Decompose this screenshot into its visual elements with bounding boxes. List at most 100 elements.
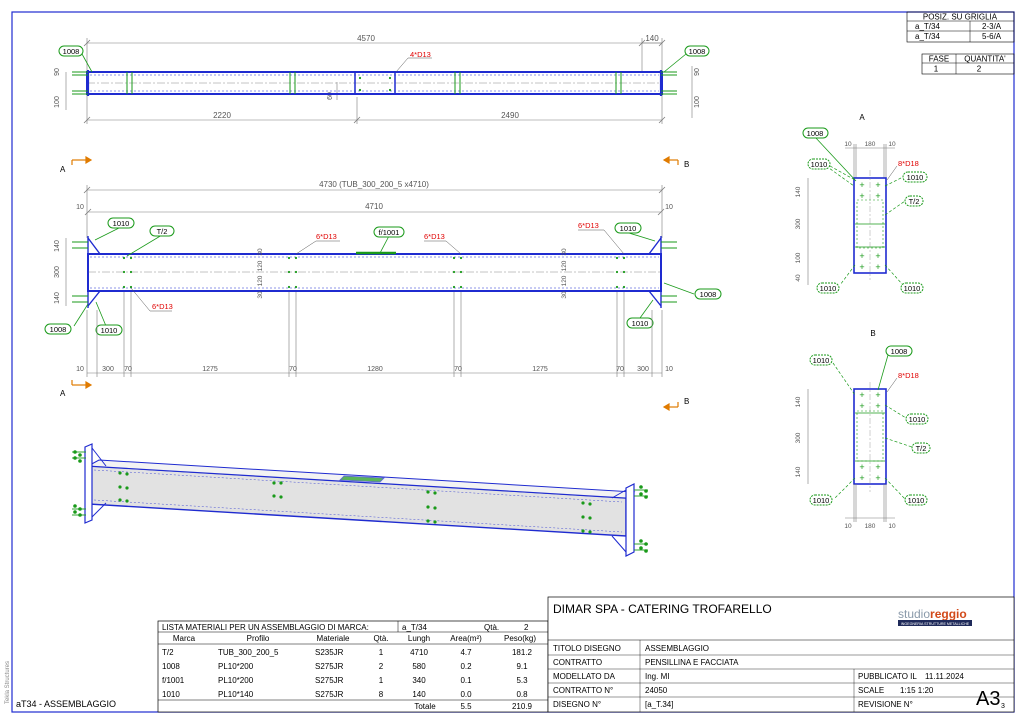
side-bot-dim-1: 300 bbox=[102, 366, 114, 373]
project-title: DIMAR SPA - CATERING TROFARELLO bbox=[553, 602, 772, 616]
table-cell: 8 bbox=[379, 690, 384, 699]
side-edge-right: 10 bbox=[665, 204, 673, 211]
grid-row-1-pos: 2-3/A bbox=[982, 22, 1002, 31]
table-cell: PL10*140 bbox=[218, 690, 254, 699]
table-cell: S275JR bbox=[315, 676, 344, 685]
top-hole-label: 4*D13 bbox=[410, 50, 431, 59]
phase-table: FASE QUANTITA' 1 2 bbox=[921, 53, 1015, 75]
materials-qty: 2 bbox=[524, 623, 529, 632]
table-cell: PL10*200 bbox=[218, 676, 254, 685]
published-label: PUBBLICATO IL bbox=[858, 672, 917, 681]
svg-text:+: + bbox=[859, 191, 864, 201]
section-b-ref-1010-2: 1010 bbox=[909, 415, 926, 424]
section-a-top-dim-0: 10 bbox=[844, 141, 852, 148]
phase-value: 1 bbox=[934, 65, 939, 74]
section-b-bottom: B bbox=[684, 397, 689, 406]
table-cell: 0.2 bbox=[460, 662, 472, 671]
svg-text:+: + bbox=[875, 390, 880, 400]
side-hole-label-2: 6*D13 bbox=[424, 232, 445, 241]
side-ref-f1001: f/1001 bbox=[379, 228, 400, 237]
svg-text:+: + bbox=[875, 191, 880, 201]
svg-text:+: + bbox=[875, 262, 880, 272]
section-a-ref-t2: T/2 bbox=[909, 197, 920, 206]
svg-text:+: + bbox=[859, 401, 864, 411]
section-a-ref-1010-4: 1010 bbox=[904, 284, 921, 293]
section-b-v-dim-0: 140 bbox=[795, 396, 802, 407]
svg-text:+: + bbox=[859, 390, 864, 400]
side-edge-left: 10 bbox=[76, 204, 84, 211]
side-v120-b: 120 bbox=[257, 275, 264, 286]
table-cell: 0.8 bbox=[516, 690, 528, 699]
section-b-bot-dim-0: 10 bbox=[844, 523, 852, 530]
side-h140-bot: 140 bbox=[54, 292, 61, 304]
top-right-h-top: 90 bbox=[694, 68, 701, 76]
col-area: Area(m²) bbox=[450, 634, 482, 643]
side-ref-1008-br: 1008 bbox=[700, 290, 717, 299]
side-h140-top: 140 bbox=[54, 240, 61, 252]
top-overall-dim: 4570 bbox=[357, 34, 375, 43]
section-a-ref-1010-2: 1010 bbox=[907, 173, 924, 182]
section-a-view: A 10 180 10 140 300 100 40 + + + + + + + + bbox=[795, 113, 928, 294]
table-cell: 4710 bbox=[410, 648, 428, 657]
label-disegno-n: DISEGNO N° bbox=[553, 700, 601, 709]
side-hole-label-3: 6*D13 bbox=[578, 221, 599, 230]
table-cell: 1010 bbox=[162, 690, 180, 699]
scale-value: 1:15 1:20 bbox=[900, 686, 934, 695]
side-hole-label-1: 6*D13 bbox=[316, 232, 337, 241]
side-v120-a: 120 bbox=[257, 260, 264, 271]
materials-table: LISTA MATERIALI PER UN ASSEMBLAGGIO DI M… bbox=[157, 620, 549, 713]
label-modellato: MODELLATO DA bbox=[553, 672, 616, 681]
grid-row-1-mark: a_T/34 bbox=[915, 22, 940, 31]
side-profile-dim: 4730 (TUB_300_200_5 x4710) bbox=[319, 180, 429, 189]
table-cell: TUB_300_200_5 bbox=[218, 648, 279, 657]
grid-row-2-mark: a_T/34 bbox=[915, 32, 940, 41]
section-b-v-dim-1: 300 bbox=[795, 432, 802, 443]
side-bot-dim-7: 1275 bbox=[532, 366, 548, 373]
side-view: 4730 (TUB_300_200_5 x4710) 4710 10 10 14… bbox=[44, 180, 722, 377]
svg-text:+: + bbox=[859, 180, 864, 190]
side-bot-dim-6: 70 bbox=[454, 366, 462, 373]
side-v30-d: 30 bbox=[561, 291, 568, 299]
table-cell: 9.1 bbox=[516, 662, 528, 671]
revision-label: REVISIONE N° bbox=[858, 700, 913, 709]
section-b-title: B bbox=[870, 329, 875, 338]
table-cell: 1008 bbox=[162, 662, 180, 671]
section-a-ref-1010-1: 1010 bbox=[811, 160, 828, 169]
isometric-view bbox=[72, 443, 648, 557]
svg-text:+: + bbox=[875, 462, 880, 472]
top-view: 4570 140 2220 2490 90 100 90 100 60 4*D1… bbox=[54, 34, 710, 124]
software-name: Tekla Structures bbox=[5, 661, 11, 704]
side-ref-1010-br: 1010 bbox=[632, 319, 649, 328]
section-b-ref-1010-3: 1010 bbox=[813, 496, 830, 505]
section-a-v-dim-1: 300 bbox=[795, 218, 802, 229]
side-bot-dim-5: 1280 bbox=[367, 366, 383, 373]
value-modellato: Ing. MI bbox=[645, 672, 669, 681]
top-right-ref: 1008 bbox=[689, 47, 706, 56]
drawing-sheet: POSIZ. SU GRIGLIA a_T/34 2-3/A a_T/34 5-… bbox=[5, 11, 1015, 713]
section-b-ref-t2: T/2 bbox=[916, 444, 927, 453]
table-cell: 5.3 bbox=[516, 676, 528, 685]
side-bot-dim-4: 70 bbox=[289, 366, 297, 373]
top-left-h-bot: 100 bbox=[54, 96, 61, 108]
side-bot-dim-9: 300 bbox=[637, 366, 649, 373]
svg-text:+: + bbox=[875, 251, 880, 261]
table-cell: 1 bbox=[379, 648, 384, 657]
side-ref-1008-bl: 1008 bbox=[50, 325, 67, 334]
studio-logo: studioreggio INGEGNERIA STRUTTURE METALL… bbox=[894, 604, 974, 628]
section-a-bottom: A bbox=[60, 389, 66, 398]
section-a-v-dim-3: 40 bbox=[795, 274, 802, 282]
col-marca: Marca bbox=[173, 634, 196, 643]
table-cell: 140 bbox=[412, 690, 426, 699]
drawing-name: aT34 - ASSEMBLAGGIO bbox=[16, 699, 116, 709]
col-lungh: Lungh bbox=[408, 634, 430, 643]
table-cell: S235JR bbox=[315, 648, 344, 657]
section-b-bot-dim-2: 10 bbox=[888, 523, 896, 530]
section-b-top: B bbox=[684, 160, 689, 169]
title-block: DIMAR SPA - CATERING TROFARELLO studiore… bbox=[547, 596, 1015, 713]
side-bot-dim-2: 70 bbox=[124, 366, 132, 373]
sheet-size: A3 bbox=[976, 688, 1000, 710]
section-b-v-dim-2: 140 bbox=[795, 466, 802, 477]
quantity-value: 2 bbox=[977, 65, 982, 74]
materials-total-label: Totale bbox=[414, 702, 436, 711]
col-peso: Peso(kg) bbox=[504, 634, 536, 643]
